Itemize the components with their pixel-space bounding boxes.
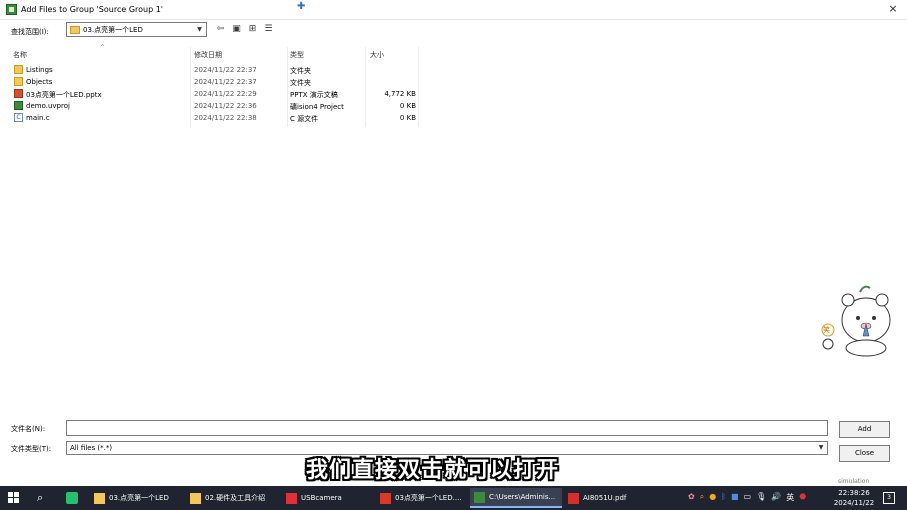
folder-icon — [70, 26, 80, 34]
clock-date: 2024/11/22 — [833, 499, 875, 507]
file-size: 4,772 KB — [384, 90, 416, 98]
close-window-button[interactable]: × — [887, 3, 899, 15]
dialog-title: Add Files to Group 'Source Group 1' — [21, 5, 164, 14]
taskbar-app-explorer-hw[interactable]: 02.硬件及工具介绍 — [186, 488, 282, 508]
look-in-label: 查找范围(I): — [11, 28, 49, 36]
taskbar-app-label: C:\Users\Adminis... — [489, 493, 556, 501]
microphone-icon[interactable]: 🎙 — [756, 492, 766, 503]
view-menu-icon[interactable]: ☰ — [263, 24, 274, 34]
taskbar-app-label: USBcamera — [301, 494, 342, 502]
chevron-down-icon[interactable]: ▼ — [816, 443, 826, 453]
back-arrow-icon[interactable]: ⇦ — [215, 24, 226, 34]
close-button[interactable]: Close — [839, 445, 890, 462]
uvision-app-icon — [6, 4, 17, 15]
taskbar-app-label: 03点亮第一个LED.... — [395, 494, 462, 502]
wps-app-icon — [380, 492, 391, 504]
chevron-down-icon[interactable]: ▼ — [195, 25, 204, 34]
column-header-type[interactable]: 类型 — [290, 47, 368, 61]
column-header-size[interactable]: 大小 — [370, 47, 418, 61]
file-type: PPTX 演示文稿 — [290, 91, 338, 99]
tray-app-icon[interactable]: ● — [709, 492, 716, 503]
file-row-uvproj[interactable]: demo.uvproj 2024/11/22 22:36 礦ision4 Pro… — [8, 100, 428, 112]
taskbar-app-label: 02.硬件及工具介绍 — [205, 494, 266, 502]
windows-start-icon[interactable] — [8, 492, 20, 504]
sticker-stamp: 笑 — [823, 326, 830, 334]
search-icon[interactable]: ⌕ — [37, 491, 43, 505]
screen: Add Files to Group 'Source Group 1' × ✚ … — [0, 0, 907, 510]
taskbar-app-label: AI8051U.pdf — [583, 494, 627, 502]
file-row-pptx[interactable]: 03点亮第一个LED.pptx 2024/11/22 22:29 PPTX 演示… — [8, 88, 428, 100]
file-type: 文件夹 — [290, 67, 311, 75]
notification-center-icon[interactable]: 3 — [883, 492, 895, 504]
bluetooth-icon[interactable]: ᛒ — [721, 492, 726, 503]
file-size: 0 KB — [399, 114, 416, 122]
look-in-dropdown[interactable]: 03.点亮第一个LED ▼ — [66, 22, 207, 37]
file-name: Objects — [26, 78, 53, 86]
file-row-objects[interactable]: Objects 2024/11/22 22:37 文件夹 — [8, 76, 428, 88]
filetype-value: All files (*.*) — [70, 444, 113, 452]
folder-icon — [190, 492, 201, 504]
taskbar-app-wps[interactable]: 03点亮第一个LED.... — [376, 488, 468, 508]
folder-icon — [94, 492, 105, 504]
file-date: 2024/11/22 22:37 — [194, 78, 257, 86]
file-row-listings[interactable]: Listings 2024/11/22 22:37 文件夹 — [8, 64, 428, 76]
file-date: 2024/11/22 22:37 — [194, 66, 257, 74]
folder-icon — [14, 77, 23, 86]
tray-search-icon[interactable]: ⌕ — [700, 492, 704, 503]
file-list[interactable]: ^ 名称 修改日期 类型 大小 Listings 2024/11/22 22:3… — [8, 44, 896, 417]
pptx-icon — [14, 89, 23, 98]
input-language-indicator[interactable]: 英 — [786, 492, 794, 503]
taskbar-app-usbcamera[interactable]: USBcamera — [282, 488, 374, 508]
bear-sticker-icon — [821, 285, 891, 357]
clock-time: 22:38:26 — [838, 489, 870, 497]
chat-app-icon[interactable] — [66, 492, 78, 504]
system-clock[interactable]: 22:38:26 2024/11/22 — [832, 488, 876, 508]
file-type: 文件夹 — [290, 79, 311, 87]
file-date: 2024/11/22 22:29 — [194, 90, 257, 98]
column-header-date[interactable]: 修改日期 — [194, 47, 289, 61]
up-folder-icon[interactable]: ▣ — [231, 24, 242, 34]
filename-label: 文件名(N): — [11, 425, 46, 433]
camera-app-icon — [286, 492, 297, 504]
uvproj-icon — [14, 101, 23, 110]
system-tray: ✿ ⌕ ● ᛒ ■ ▭ 🎙 🔊 英 ⬣ — [688, 492, 806, 503]
taskbar-app-uvision[interactable]: C:\Users\Adminis... — [470, 488, 562, 508]
look-in-value: 03.点亮第一个LED — [83, 26, 143, 34]
file-date: 2024/11/22 22:38 — [194, 114, 257, 122]
uvision-app-icon — [474, 491, 485, 503]
add-button[interactable]: Add — [839, 421, 890, 438]
volume-icon[interactable]: 🔊 — [771, 492, 781, 503]
navigation-toolbar: ⇦ ▣ ⊞ ☰ — [215, 24, 274, 34]
column-header-name[interactable]: 名称 — [13, 47, 193, 61]
c-file-icon: C — [14, 113, 23, 122]
mouse-cursor-icon: ✚ — [297, 1, 306, 12]
file-type: 礦ision4 Project — [290, 103, 344, 111]
pdf-app-icon — [568, 492, 579, 504]
file-size: 0 KB — [399, 102, 416, 110]
taskbar: ⌕ 03.点亮第一个LED 02.硬件及工具介绍 USBcamera 03点亮第… — [0, 486, 907, 510]
file-name: main.c — [26, 114, 50, 122]
file-row-main-c[interactable]: C main.c 2024/11/22 22:38 C 源文件 0 KB — [8, 112, 428, 124]
taskbar-app-label: 03.点亮第一个LED — [109, 494, 169, 502]
file-name: 03点亮第一个LED.pptx — [26, 91, 102, 99]
filename-input[interactable] — [66, 420, 828, 436]
taskbar-app-pdf[interactable]: AI8051U.pdf — [564, 488, 656, 508]
tray-blue-app-icon[interactable]: ■ — [731, 492, 739, 503]
file-date: 2024/11/22 22:36 — [194, 102, 257, 110]
wps-tray-icon[interactable]: ⬣ — [799, 492, 806, 503]
dialog-titlebar: Add Files to Group 'Source Group 1' × — [0, 0, 907, 20]
file-name: Listings — [26, 66, 53, 74]
file-name: demo.uvproj — [26, 102, 70, 110]
taskbar-app-explorer-led[interactable]: 03.点亮第一个LED — [90, 488, 186, 508]
tray-flower-icon[interactable]: ✿ — [688, 492, 695, 503]
folder-icon — [14, 65, 23, 74]
file-type: C 源文件 — [290, 115, 319, 123]
network-icon[interactable]: ▭ — [744, 492, 752, 503]
video-subtitle: 我们直接双击就可以打开 — [306, 458, 560, 483]
new-folder-icon[interactable]: ⊞ — [247, 24, 258, 34]
filetype-label: 文件类型(T): — [11, 445, 52, 453]
faint-background-text: simulation — [838, 478, 870, 485]
